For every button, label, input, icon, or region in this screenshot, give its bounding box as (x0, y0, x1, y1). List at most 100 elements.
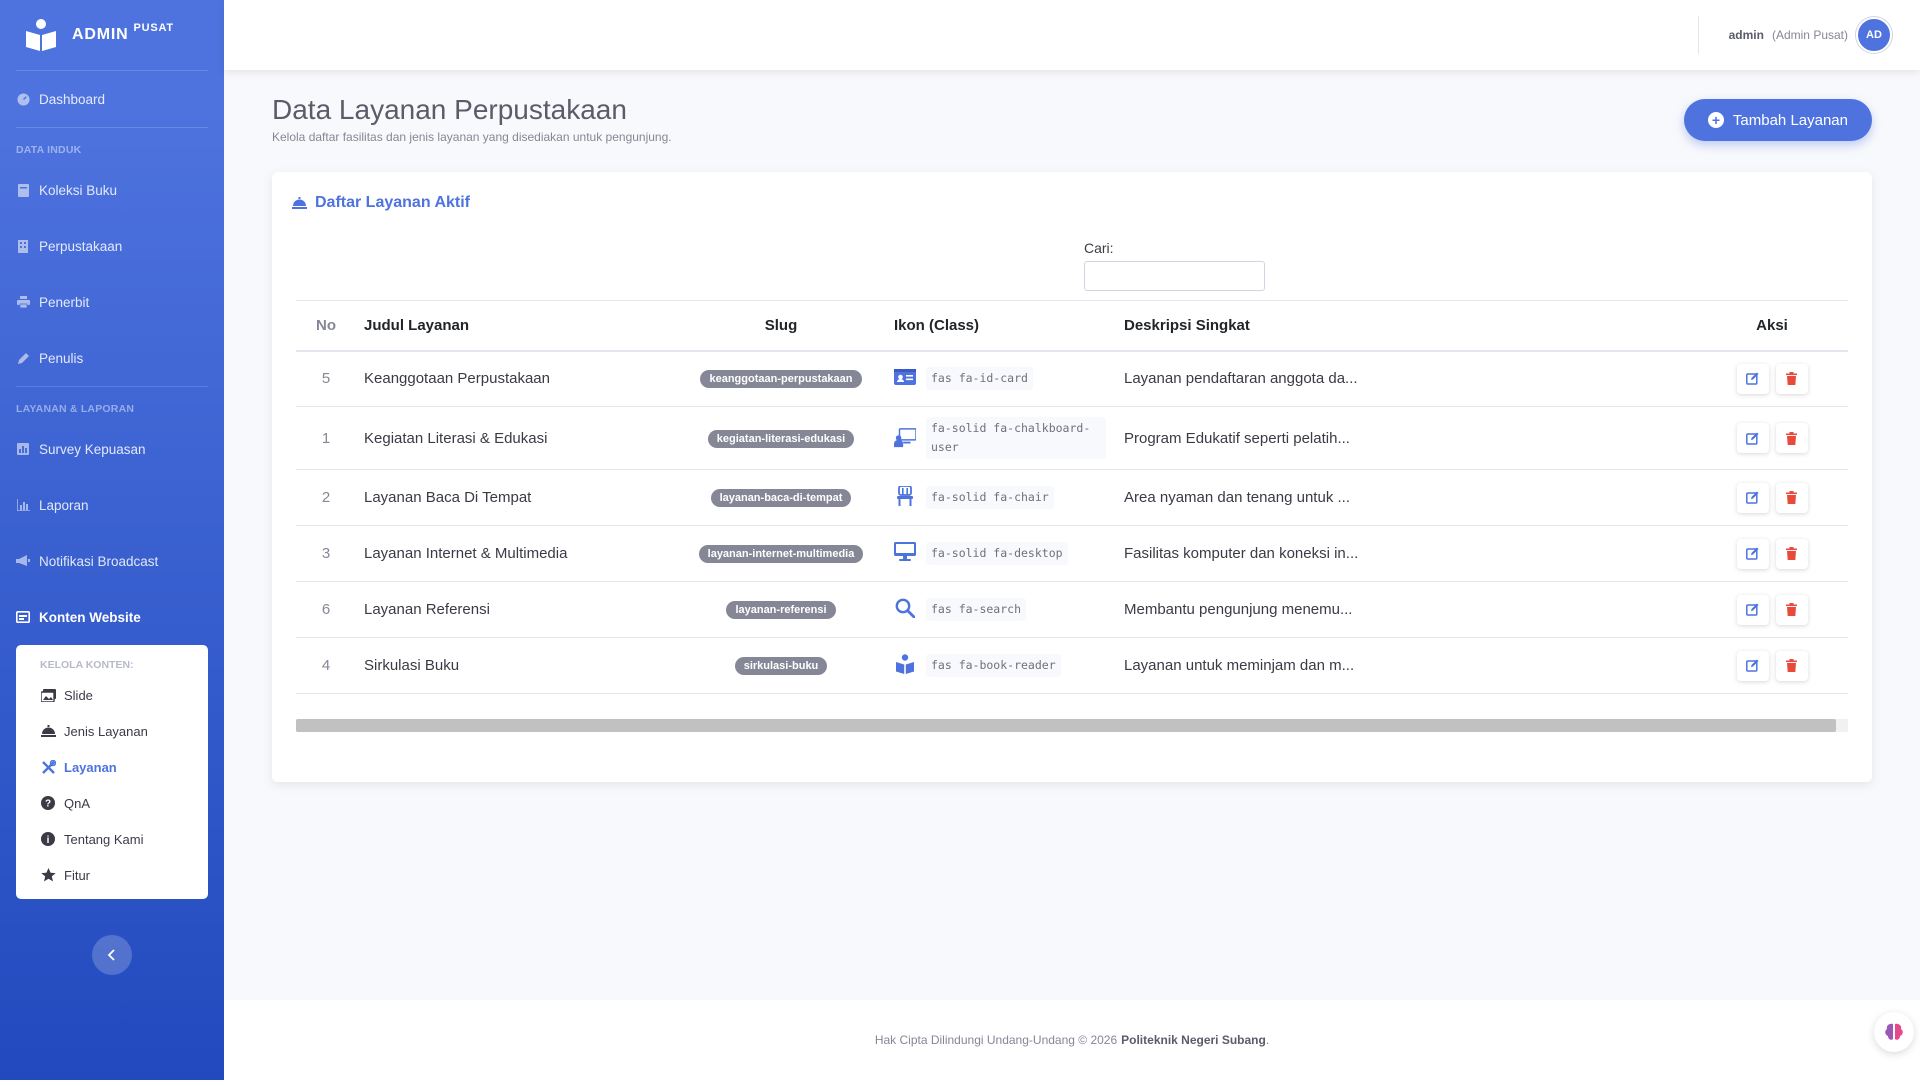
cell-slug: layanan-baca-di-tempat (676, 469, 886, 526)
cell-aksi (1696, 525, 1848, 582)
edit-button[interactable] (1736, 650, 1769, 681)
delete-button[interactable] (1775, 538, 1808, 569)
column-header-slug[interactable]: Slug (676, 300, 886, 352)
id-card-icon (894, 367, 916, 387)
submenu-item-jenis-layanan[interactable]: Jenis Layanan (16, 713, 208, 749)
submenu-item-label: Layanan (64, 759, 117, 775)
bullhorn-icon (16, 554, 30, 568)
icon-class: fas fa-id-card (926, 367, 1033, 391)
page-subtitle: Kelola daftar fasilitas dan jenis layana… (272, 130, 672, 144)
submenu-item-layanan[interactable]: Layanan (16, 749, 208, 785)
scrollbar-thumb[interactable] (296, 719, 1836, 732)
cell-ikon: fa-solid fa-desktop (886, 525, 1116, 582)
floating-brain-icon-button[interactable] (1874, 1012, 1914, 1052)
add-layanan-button[interactable]: + Tambah Layanan (1683, 99, 1872, 141)
book-icon (16, 183, 30, 197)
sidebar-item-penulis[interactable]: Penulis (0, 330, 224, 386)
brand-name: ADMIN (72, 26, 129, 43)
footer-org: Politeknik Negeri Subang (1121, 1033, 1266, 1047)
sidebar-item-notifikasi[interactable]: Notifikasi Broadcast (0, 533, 224, 589)
sidebar-item-label: Laporan (39, 497, 89, 513)
column-header-ikon[interactable]: Ikon (Class) (886, 300, 1116, 352)
delete-button[interactable] (1775, 594, 1808, 625)
edit-button[interactable] (1736, 482, 1769, 513)
column-header-no[interactable]: No (296, 300, 356, 352)
cell-no: 4 (296, 637, 356, 694)
slug-badge: layanan-referensi (726, 601, 836, 619)
book-reader-icon (894, 654, 916, 674)
cell-no: 1 (296, 406, 356, 470)
slug-badge: sirkulasi-buku (734, 657, 828, 675)
cell-slug: layanan-internet-multimedia (676, 525, 886, 582)
cell-slug: kegiatan-literasi-edukasi (676, 406, 886, 470)
sidebar-item-perpustakaan[interactable]: Perpustakaan (0, 218, 224, 274)
slug-badge: keanggotaan-perpustakaan (700, 370, 862, 389)
question-circle-icon: ? (40, 795, 56, 811)
cell-deskripsi: Membantu pengunjung menemu... (1116, 581, 1696, 638)
sidebar-item-label: Koleksi Buku (39, 182, 118, 198)
edit-button[interactable] (1736, 538, 1769, 569)
column-header-deskripsi[interactable]: Deskripsi Singkat (1116, 300, 1696, 352)
submenu-item-tentang-kami[interactable]: i Tentang Kami (16, 821, 208, 857)
edit-button[interactable] (1736, 423, 1769, 453)
submenu-item-label: Jenis Layanan (64, 723, 148, 739)
table-row: 4 Sirkulasi Buku sirkulasi-buku fas fa-b… (296, 637, 1848, 694)
cell-judul: Sirkulasi Buku (356, 637, 676, 694)
submenu-item-fitur[interactable]: Fitur (16, 857, 208, 893)
plus-circle-icon: + (1707, 112, 1724, 128)
slug-badge: kegiatan-literasi-edukasi (707, 429, 855, 448)
user-menu[interactable]: admin (Admin Pusat) AD (1729, 17, 1892, 53)
delete-button[interactable] (1775, 423, 1808, 453)
cell-judul: Layanan Baca Di Tempat (356, 469, 676, 526)
icon-class: fas fa-book-reader (926, 654, 1061, 677)
column-header-aksi[interactable]: Aksi (1696, 300, 1848, 352)
sidebar-item-koleksi-buku[interactable]: Koleksi Buku (0, 162, 224, 218)
cell-slug: layanan-referensi (676, 581, 886, 638)
info-circle-icon: i (40, 831, 56, 847)
edit-button[interactable] (1736, 594, 1769, 625)
submenu-item-qna[interactable]: ? QnA (16, 785, 208, 821)
cell-no: 6 (296, 581, 356, 638)
cell-aksi (1696, 581, 1848, 638)
table-horizontal-scrollbar[interactable] (296, 719, 1848, 732)
cell-deskripsi: Program Edukatif seperti pelatih... (1116, 406, 1696, 470)
sidebar-item-dashboard[interactable]: Dashboard (0, 71, 224, 127)
sidebar-item-laporan[interactable]: Laporan (0, 477, 224, 533)
search-input[interactable] (1084, 261, 1265, 291)
konten-submenu: KELOLA KONTEN: Slide Jenis Layanan Layan… (16, 645, 208, 899)
images-icon (40, 687, 56, 703)
column-header-judul[interactable]: Judul Layanan (356, 300, 676, 352)
user-role: (Admin Pusat) (1771, 28, 1848, 42)
edit-icon (1746, 432, 1759, 445)
cell-deskripsi: Fasilitas komputer dan koneksi in... (1116, 525, 1696, 582)
dashboard-icon (16, 92, 30, 106)
sidebar-brand[interactable]: ADMIN PUSAT (0, 0, 224, 70)
cell-deskripsi: Area nyaman dan tenang untuk ... (1116, 469, 1696, 526)
cell-aksi (1696, 406, 1848, 470)
submenu-item-label: Tentang Kami (64, 831, 144, 847)
footer-dot: . (1265, 1033, 1270, 1047)
cell-judul: Layanan Internet & Multimedia (356, 525, 676, 582)
slug-badge: layanan-baca-di-tempat (710, 489, 852, 507)
sidebar-item-label: Perpustakaan (39, 238, 123, 254)
avatar[interactable]: AD (1856, 17, 1892, 53)
submenu-item-label: Fitur (64, 867, 90, 883)
delete-button[interactable] (1775, 482, 1808, 513)
edit-icon (1746, 491, 1759, 504)
user-name: admin (1728, 28, 1764, 42)
sidebar-item-survey[interactable]: Survey Kepuasan (0, 421, 224, 477)
sidebar-item-penerbit[interactable]: Penerbit (0, 274, 224, 330)
sidebar-toggle-button[interactable] (92, 935, 132, 975)
delete-button[interactable] (1775, 650, 1808, 681)
search-box: Cari: (1084, 240, 1265, 291)
edit-button[interactable] (1736, 363, 1769, 394)
delete-button[interactable] (1775, 363, 1808, 394)
sidebar-item-konten-website[interactable]: Konten Website (0, 589, 224, 645)
table-row: 6 Layanan Referensi layanan-referensi fa… (296, 581, 1848, 638)
layanan-card: Daftar Layanan Aktif Cari: No Judul Laya… (272, 172, 1872, 782)
chalkboard-user-icon (894, 428, 916, 448)
submenu-item-slide[interactable]: Slide (16, 677, 208, 713)
trash-icon (1786, 491, 1797, 504)
search-icon (894, 598, 916, 618)
cell-deskripsi: Layanan pendaftaran anggota da... (1116, 350, 1696, 407)
